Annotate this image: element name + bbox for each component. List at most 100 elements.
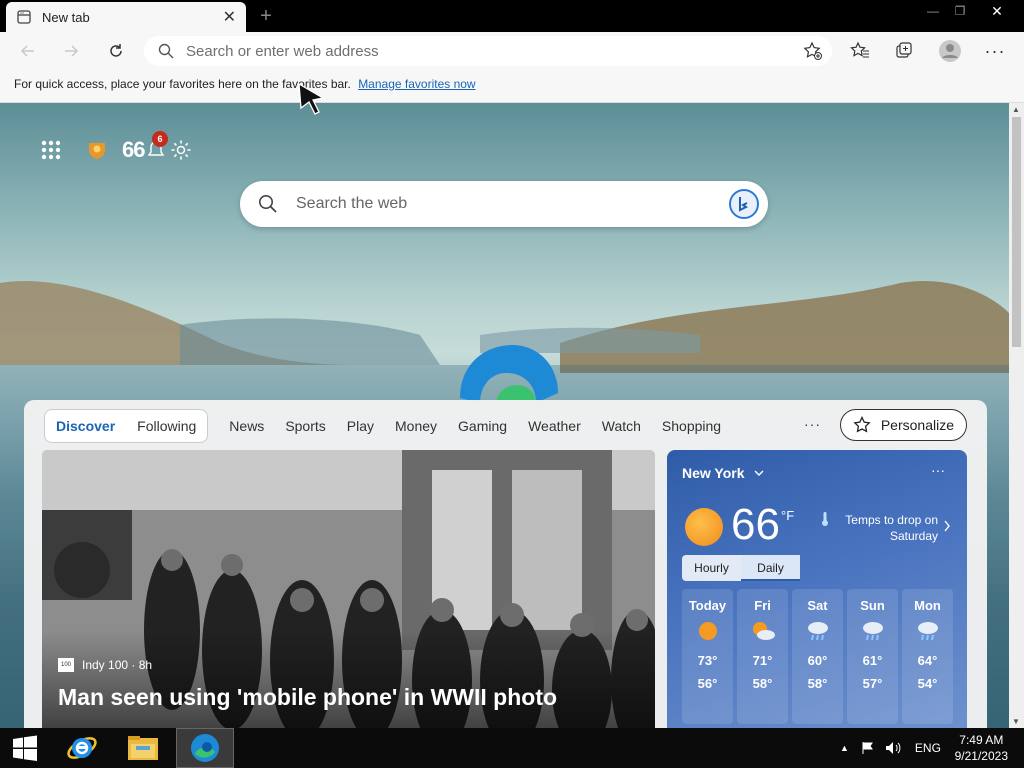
weather-alert[interactable]: Temps to drop on Saturday	[822, 512, 938, 544]
forecast-day-name: Mon	[914, 598, 941, 613]
publisher-logo: 100	[58, 658, 74, 672]
nav-money[interactable]: Money	[395, 418, 437, 434]
page-scrollbar[interactable]: ▲ ▼	[1009, 103, 1024, 728]
chevron-right-icon[interactable]	[943, 520, 951, 532]
action-center-flag-icon[interactable]	[861, 741, 875, 755]
edge-taskbar-button[interactable]	[176, 728, 234, 768]
mouse-cursor-icon	[298, 82, 325, 115]
start-button[interactable]	[0, 728, 50, 768]
hero-story-card[interactable]: 100 Indy 100 · 8h Man seen using 'mobile…	[42, 450, 655, 728]
forecast-day-mon[interactable]: Mon 64° 54°	[902, 589, 953, 724]
search-icon	[259, 195, 277, 213]
web-search-box[interactable]: Search the web	[240, 181, 768, 227]
forward-arrow-icon	[65, 45, 79, 57]
input-language[interactable]: ENG	[915, 741, 941, 755]
weather-card[interactable]: New York ··· 66 °F Temps to drop on Satu…	[667, 450, 967, 728]
chevron-down-icon	[754, 470, 764, 476]
new-tab-icon	[17, 10, 31, 24]
weather-more-button[interactable]: ···	[931, 462, 945, 478]
rewards-icon[interactable]	[86, 139, 108, 161]
forward-button[interactable]	[58, 38, 84, 64]
bing-chat-icon[interactable]	[728, 188, 760, 220]
internet-explorer-button[interactable]	[58, 728, 106, 768]
forecast-day-sun[interactable]: Sun 61° 57°	[847, 589, 898, 724]
tab-discover[interactable]: Discover	[45, 418, 126, 434]
new-tab-page: 66 6 Search the web Discover Following N…	[0, 103, 1009, 728]
forecast-day-today[interactable]: Today 73° 56°	[682, 589, 733, 724]
tab-title: New tab	[42, 9, 90, 25]
story-source-text: Indy 100 · 8h	[82, 658, 153, 672]
feed-tab-group: Discover Following	[44, 409, 209, 443]
tab-following[interactable]: Following	[126, 418, 207, 434]
search-icon	[158, 43, 174, 59]
show-hidden-icons-icon[interactable]: ▲	[840, 743, 849, 753]
nav-shopping[interactable]: Shopping	[662, 418, 721, 434]
favorites-button[interactable]	[847, 38, 873, 64]
avatar-icon	[939, 40, 961, 62]
internet-explorer-icon	[67, 737, 97, 759]
clock-time: 7:49 AM	[959, 733, 1004, 747]
nav-weather[interactable]: Weather	[528, 418, 581, 434]
app-launcher-icon[interactable]	[40, 139, 62, 161]
forecast-day-name: Fri	[754, 598, 771, 613]
rewards-points[interactable]: 66 6	[122, 131, 168, 163]
close-window-button[interactable]: ✕	[980, 0, 1014, 22]
forecast-day-name: Sat	[807, 598, 828, 613]
nav-play[interactable]: Play	[347, 418, 374, 434]
forecast-low: 58°	[752, 676, 773, 691]
scroll-down-arrow-icon[interactable]: ▼	[1012, 717, 1020, 726]
forecast-high: 61°	[862, 653, 883, 668]
tab-hourly[interactable]: Hourly	[682, 555, 741, 581]
refresh-button[interactable]	[103, 38, 129, 64]
forecast-day-sat[interactable]: Sat 60° 58°	[792, 589, 843, 724]
system-clock[interactable]: 7:49 AM 9/21/2023	[955, 732, 1008, 764]
forecast-high: 64°	[917, 653, 938, 668]
notification-badge: 6	[152, 131, 168, 147]
address-bar[interactable]: Search or enter web address	[144, 36, 832, 66]
title-bar: New tab ✕ + — ❐ ✕	[0, 0, 1024, 32]
nav-gaming[interactable]: Gaming	[458, 418, 507, 434]
tab-new-tab[interactable]: New tab ✕	[6, 2, 246, 32]
forecast-low: 54°	[917, 676, 938, 691]
scroll-up-arrow-icon[interactable]: ▲	[1012, 105, 1020, 114]
folder-icon	[128, 736, 158, 760]
temperature-unit[interactable]: °F	[781, 508, 794, 523]
sunny-icon	[685, 508, 723, 546]
volume-icon[interactable]	[885, 741, 901, 755]
file-explorer-button[interactable]	[114, 728, 172, 768]
close-tab-icon[interactable]: ✕	[223, 7, 236, 27]
new-tab-button[interactable]: +	[256, 4, 276, 28]
nav-watch[interactable]: Watch	[602, 418, 641, 434]
forecast-day-fri[interactable]: Fri 71° 58°	[737, 589, 788, 724]
scrollbar-thumb[interactable]	[1012, 117, 1021, 347]
manage-favorites-link[interactable]: Manage favorites now	[358, 77, 475, 91]
nav-news[interactable]: News	[229, 418, 264, 434]
forecast-high: 60°	[807, 653, 828, 668]
browser-toolbar: Search or enter web address ···	[0, 32, 1024, 70]
story-headline[interactable]: Man seen using 'mobile phone' in WWII ph…	[58, 684, 557, 711]
add-favorite-button[interactable]	[800, 38, 826, 64]
weather-location[interactable]: New York	[682, 465, 764, 481]
news-feed-panel: Discover Following News Sports Play Mone…	[24, 400, 987, 728]
star-edit-icon	[853, 416, 871, 433]
personalize-button[interactable]: Personalize	[839, 409, 967, 441]
profile-button[interactable]	[937, 38, 963, 64]
collections-icon	[896, 42, 912, 58]
tab-daily[interactable]: Daily	[741, 555, 800, 581]
back-button[interactable]	[15, 38, 41, 64]
feed-nav: Discover Following News Sports Play Mone…	[44, 408, 721, 444]
gear-icon[interactable]	[170, 139, 192, 161]
settings-more-button[interactable]: ···	[982, 38, 1008, 64]
forecast-high: 73°	[697, 653, 718, 668]
nav-sports[interactable]: Sports	[285, 418, 325, 434]
personalize-label: Personalize	[880, 417, 954, 433]
collections-button[interactable]	[891, 38, 917, 64]
partly-cloudy-icon	[752, 622, 775, 640]
web-search-placeholder: Search the web	[296, 195, 408, 212]
weather-forecast-tabs: Hourly Daily	[682, 555, 800, 581]
maximize-button[interactable]: ❐	[943, 0, 977, 22]
daily-forecast: Today 73° 56° Fri 71° 58° Sat 60° 58° Su…	[682, 589, 953, 724]
weather-city: New York	[682, 465, 745, 481]
feed-more-button[interactable]: ···	[804, 416, 821, 432]
favorites-bar: For quick access, place your favorites h…	[0, 70, 1024, 103]
